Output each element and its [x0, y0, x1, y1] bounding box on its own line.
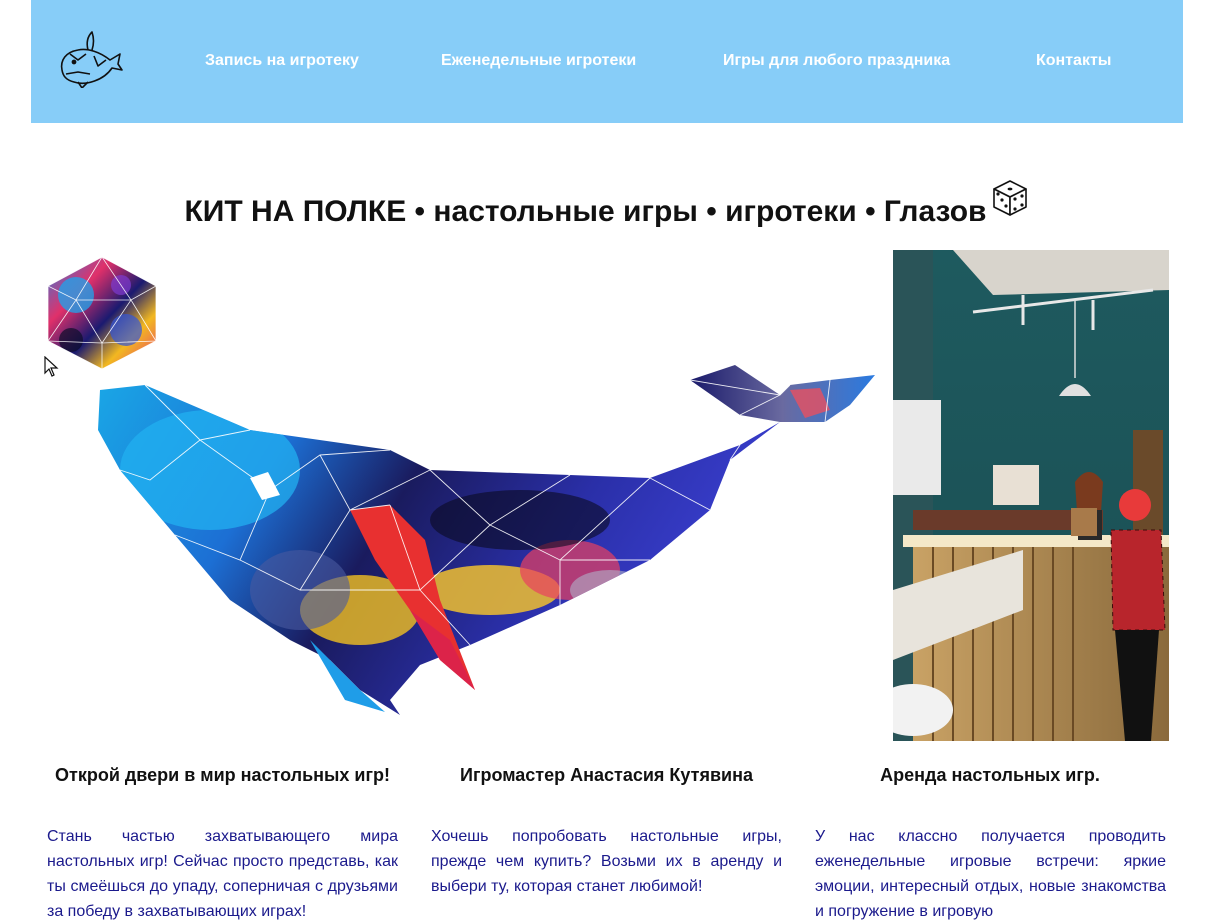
nav-link-holiday[interactable]: Игры для любого праздника — [723, 52, 950, 70]
mouse-cursor-icon — [44, 356, 59, 377]
column-text-3: У нас классно получается проводить ежене… — [815, 828, 1166, 920]
watercolor-whale-image — [98, 365, 875, 715]
page-title: КИТ НА ПОЛКЕ • настольные игры • игротек… — [184, 195, 987, 228]
column-heading-1: Открой двери в мир настольных игр! — [55, 765, 390, 785]
column-text-1: Стань частью захватывающего мира настоль… — [47, 828, 398, 920]
dice-icon — [993, 180, 1028, 216]
watercolor-hexagon-image — [47, 256, 157, 370]
cafe-interior-photo — [893, 250, 1169, 741]
column-text-2: Хочешь попробовать настольные игры, преж… — [431, 828, 782, 895]
column-heading-2: Игромастер Анастасия Кутявина — [460, 765, 753, 785]
nav-link-booking[interactable]: Запись на игротеку — [205, 52, 359, 70]
page-title-row: КИТ НА ПОЛКЕ • настольные игры • игротек… — [0, 180, 1215, 236]
site-header: Запись на игротеку Еженедельные игротеки… — [31, 0, 1183, 123]
nav-link-contacts[interactable]: Контакты — [1036, 52, 1111, 70]
column-heading-3: Аренда настольных игр. — [880, 765, 1100, 785]
whale-logo-icon[interactable] — [58, 30, 124, 88]
nav-link-weekly[interactable]: Еженедельные игротеки — [441, 52, 636, 70]
